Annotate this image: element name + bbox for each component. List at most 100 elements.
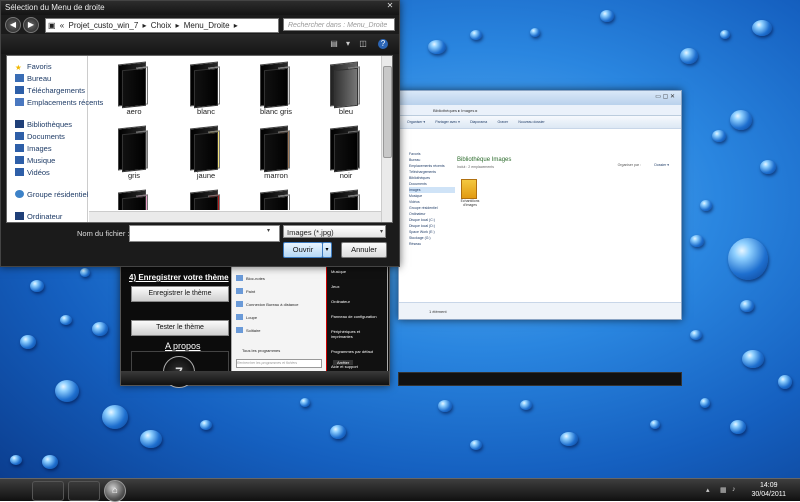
sidebar-item-label: Bureau [27,74,52,83]
breadcrumb-segment[interactable]: Projet_custo_win_7 [68,21,138,30]
folder-icon [328,61,364,109]
forward-arrow-icon[interactable]: ▶ [23,17,39,33]
sidebar-item-desktop[interactable]: Bureau [15,74,51,83]
chevron-right-icon[interactable]: ▸ [234,21,238,30]
sidebar-item-documents[interactable]: Documents [15,132,65,141]
explorer-nav-pane: Favoris Bureau Emplacements récents Télé… [409,151,455,247]
library-subtitle: Inclut : 2 emplacements [457,165,494,169]
preview-right-item: Programmes par défaut [331,349,374,354]
breadcrumb-segment[interactable]: Menu_Droite [184,21,230,30]
search-input[interactable]: Rechercher dans : Menu_Droite [283,18,395,31]
file-item[interactable]: blanc [171,58,241,116]
volume-icon[interactable]: ♪ [732,486,740,494]
view-options-icon[interactable]: ▤ [329,39,339,49]
command-new-folder[interactable]: Nouveau dossier [518,120,544,124]
water-drop [690,330,702,340]
sidebar-item-label: Bibliothèques [27,120,73,129]
breadcrumb-segment[interactable]: Choix [151,21,171,30]
chevron-down-icon: ▾ [379,229,383,235]
save-theme-heading: 4) Enregistrer votre thème [129,273,229,282]
taskbar-app-button[interactable] [68,481,100,501]
preview-right-item: Ordinateur [331,299,350,304]
back-arrow-icon[interactable]: ◀ [5,17,21,33]
file-item[interactable]: blanc gris [241,58,311,116]
command-organize[interactable]: Organiser ▾ [407,120,425,124]
folder-icon [116,189,152,210]
filename-input[interactable] [129,225,280,242]
scrollbar-thumb[interactable] [383,66,392,158]
open-button[interactable]: Ouvrir [283,242,323,258]
test-theme-button[interactable]: Tester le thème [131,320,229,336]
taskbar-app-button[interactable] [32,481,64,501]
horizontal-scrollbar[interactable] [89,211,381,222]
command-burn[interactable]: Graver [497,120,508,124]
network-icon[interactable]: ▦ [720,486,728,494]
sidebar-item-homegroup[interactable]: Groupe résidentiel [15,190,88,199]
command-share[interactable]: Partager avec ▾ [435,120,460,124]
preview-right-item: Panneau de configuration [331,314,377,319]
sidebar-item-favorites[interactable]: ★ Favoris [15,62,52,72]
water-drop [728,238,768,280]
chevron-right-icon[interactable]: ▸ [143,21,147,30]
file-name: jaune [196,171,216,180]
sample-pictures-folder-icon[interactable] [461,179,477,199]
sidebar-item-computer[interactable]: Ordinateur [15,212,62,221]
file-item[interactable]: noir [311,122,381,180]
homegroup-icon [15,190,24,198]
file-item[interactable] [311,186,381,210]
file-item[interactable] [241,186,311,210]
sidebar-item-pictures[interactable]: Images [15,144,52,153]
file-item[interactable]: aero [99,58,169,116]
sidebar-item-libraries[interactable]: Bibliothèques [15,120,72,129]
clock[interactable]: 14:09 30/04/2011 [751,481,786,499]
water-drop [560,432,578,446]
about-link[interactable]: A propos [165,341,201,351]
file-open-dialog: Sélection du Menu de droite ✕ ◀ ▶ ▣ « Pr… [0,0,400,267]
nav-item[interactable]: Réseau [409,241,455,247]
file-item[interactable] [99,186,169,210]
documents-icon [15,132,24,140]
start-orb-icon[interactable]: ⌂ [104,480,126,502]
chevron-down-icon[interactable]: ▾ [267,227,270,234]
folder-icon [188,125,224,173]
folder-icon: ▣ [48,21,56,30]
window-controls-icon[interactable]: ▭ ▢ ✕ [655,93,675,100]
vertical-scrollbar[interactable] [381,56,392,222]
preview-shutdown: Arrêter [333,360,354,365]
chevron-down-icon[interactable]: ▾ [343,39,353,49]
file-item[interactable]: jaune [171,122,241,180]
arrange-dropdown[interactable]: Dossier ▾ [654,163,669,167]
file-name: marron [264,171,288,180]
close-icon[interactable]: ✕ [385,1,395,13]
sidebar-item-label: Ordinateur [27,212,63,221]
sidebar-item-videos[interactable]: Vidéos [15,168,50,177]
water-drop [730,110,752,130]
file-item[interactable] [171,186,241,210]
file-item[interactable]: bleu [311,58,381,116]
file-name: bleu [338,107,354,116]
folder-icon [328,125,364,173]
address-bar[interactable]: ▣ « Projet_custo_win_7 ▸ Choix ▸ Menu_Dr… [45,18,279,33]
folder-icon [116,125,152,173]
explorer-preview-taskbar [398,372,682,386]
preview-pane-icon[interactable]: ◫ [358,39,368,49]
chevron-up-icon[interactable]: ▴ [706,486,714,494]
file-item[interactable]: marron [241,122,311,180]
chevron-right-icon[interactable]: ▸ [175,21,179,30]
explorer-address-bar[interactable]: Bibliothèques ▸ Images ▸ [399,105,681,116]
preview-right-item: Périphériques et imprimantes [331,329,361,339]
cancel-button[interactable]: Annuler [341,242,387,258]
open-options-chevron-icon[interactable]: ▾ [322,242,332,258]
breadcrumb-separator-icon: « [59,21,65,30]
filetype-select[interactable]: Images (*.jpg) ▾ [283,225,386,238]
libraries-icon [15,120,24,128]
file-item[interactable]: gris [99,122,169,180]
computer-icon [15,212,24,220]
save-theme-button[interactable]: Enregistrer le thème [131,286,229,302]
sidebar-item-label: Favoris [27,62,52,71]
filename-label: Nom du fichier : [77,229,130,238]
sidebar-item-downloads[interactable]: Téléchargements [15,86,85,95]
command-slideshow[interactable]: Diaporama [470,120,487,124]
sidebar-item-music[interactable]: Musique [15,156,55,165]
help-icon[interactable]: ? [378,39,388,49]
